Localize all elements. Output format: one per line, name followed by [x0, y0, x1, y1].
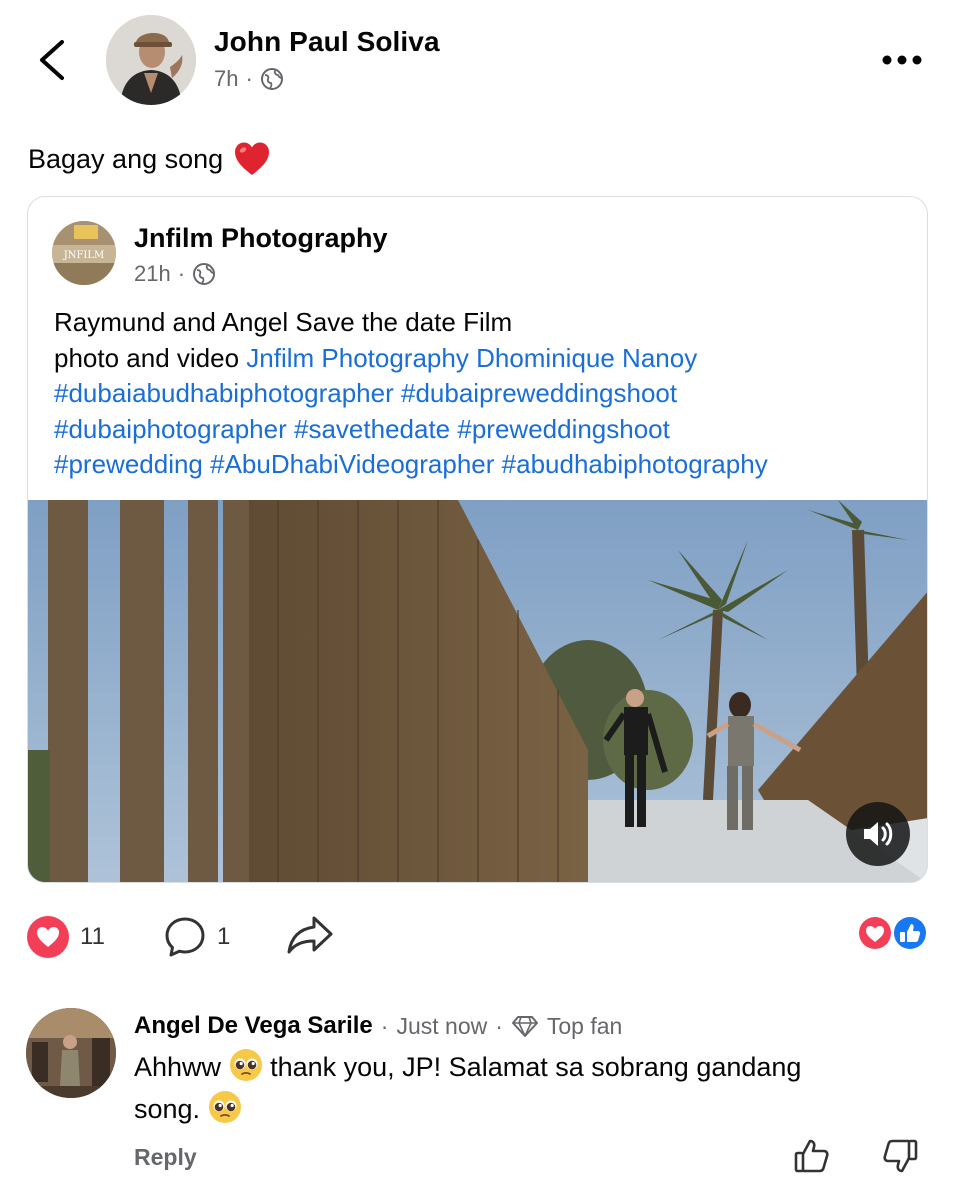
shared-post-card[interactable]: JNFILM Jnfilm Photography 21h · Raymund … [27, 196, 928, 883]
share-button[interactable] [286, 913, 334, 957]
hashtag-link[interactable]: #AbuDhabiVideographer [210, 449, 494, 479]
mention-link[interactable]: Jnfilm Photography [246, 343, 469, 373]
commenter-avatar[interactable] [26, 1008, 116, 1098]
hashtag-link[interactable]: #abudhabiphotography [502, 449, 768, 479]
post-meta: 7h · [214, 66, 284, 92]
post-header: John Paul Soliva 7h · [0, 0, 955, 120]
love-reaction-icon [27, 916, 69, 958]
meta-separator: · [177, 261, 186, 286]
volume-icon [864, 822, 893, 846]
page-name[interactable]: Jnfilm Photography [134, 223, 388, 254]
comment-like-button[interactable] [792, 1136, 832, 1176]
post-text: Bagay ang song [28, 141, 271, 177]
reaction-summary[interactable] [856, 913, 930, 953]
meta-separator: · [495, 1012, 503, 1039]
comment-text-part1: Ahhww [134, 1052, 222, 1082]
shared-post-meta: 21h · [134, 261, 216, 287]
comment-count: 1 [217, 923, 231, 950]
comment-dislike-button[interactable] [880, 1136, 920, 1176]
author-avatar[interactable] [106, 15, 196, 105]
top-fan-badge: Top fan [546, 1012, 623, 1039]
post-message: Bagay ang song [28, 143, 224, 174]
thumbs-down-icon [883, 1139, 918, 1173]
hashtag-link[interactable]: #dubaiabudhabiphotographer [54, 378, 394, 408]
hashtag-link[interactable]: #preweddingshoot [457, 414, 670, 444]
more-options-button[interactable] [874, 46, 930, 74]
globe-icon [193, 263, 216, 285]
diamond-icon [511, 1016, 538, 1037]
shared-text-line1: Raymund and Angel Save the date Film [54, 307, 513, 337]
more-icon [882, 55, 922, 65]
volume-button[interactable] [846, 802, 910, 866]
shared-post-text: Raymund and Angel Save the date Film pho… [54, 305, 914, 483]
globe-icon [260, 68, 283, 90]
love-reaction-icon [857, 915, 893, 951]
comment-text: Ahhww thank you, JP! Salamat sa sobrang … [134, 1046, 914, 1130]
post-time[interactable]: 7h [214, 66, 238, 92]
shared-text-line2: photo and video [54, 342, 247, 373]
thumbs-up-icon [794, 1139, 829, 1173]
mention-link[interactable]: Dhominique Nanoy [476, 343, 697, 373]
reaction-count: 11 [80, 923, 105, 950]
comment-button[interactable]: 1 [163, 915, 230, 959]
hashtag-link[interactable]: #prewedding [54, 449, 203, 479]
comment-icon [165, 917, 205, 957]
meta-separator: · [380, 1012, 389, 1039]
author-name[interactable]: John Paul Soliva [214, 26, 440, 58]
shared-post-time[interactable]: 21h [134, 261, 171, 287]
share-icon [287, 916, 333, 954]
video-player[interactable] [28, 500, 927, 882]
comment-text-part3: song. [134, 1094, 201, 1124]
hashtag-link[interactable]: #dubaiphotographer [54, 414, 287, 444]
comment-text-part2: thank you, JP! Salamat sa sobrang gandan… [270, 1052, 802, 1082]
page-avatar-text: JNFILM [63, 250, 105, 261]
hashtag-link[interactable]: #dubaipreweddingshoot [401, 378, 677, 408]
like-reaction-icon [892, 915, 928, 951]
chevron-left-icon [40, 40, 64, 80]
comment-header: Angel De Vega Sarile · Just now · Top fa… [134, 1012, 622, 1040]
meta-separator: · [245, 66, 253, 91]
hashtag-link[interactable]: #savethedate [294, 414, 450, 444]
reply-button[interactable]: Reply [134, 1144, 197, 1171]
commenter-name[interactable]: Angel De Vega Sarile [134, 1012, 373, 1040]
video-frame [28, 500, 927, 882]
back-button[interactable] [30, 36, 74, 84]
pleading-face-icon [208, 1091, 241, 1123]
comment-time: Just now [396, 1012, 488, 1039]
page-avatar[interactable]: JNFILM [52, 221, 116, 285]
red-heart-icon [235, 142, 270, 175]
pleading-face-icon [229, 1049, 262, 1081]
react-button[interactable]: 11 [26, 915, 105, 959]
